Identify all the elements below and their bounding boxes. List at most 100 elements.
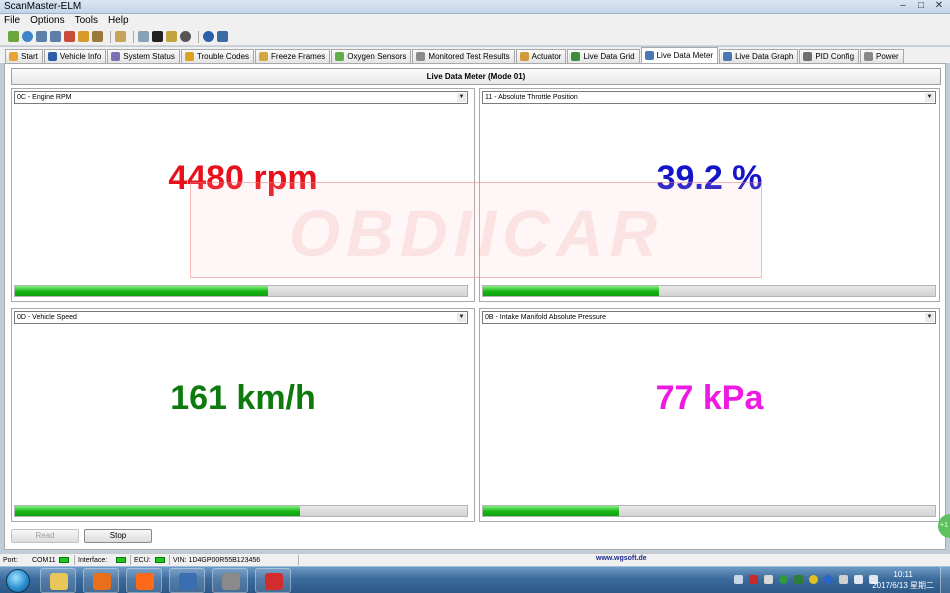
explorer-icon xyxy=(50,573,68,590)
clock[interactable]: 10:11 2017/6/13 星期二 xyxy=(872,569,934,591)
tab-freeze-frames[interactable]: Freeze Frames xyxy=(255,49,331,63)
minimize-button[interactable]: – xyxy=(896,0,910,12)
taskbar-app-button[interactable] xyxy=(40,568,76,593)
exit-icon[interactable] xyxy=(217,31,228,42)
website-link[interactable]: www.wgsoft.de xyxy=(596,555,647,562)
interface-label: Interface: xyxy=(78,557,108,564)
show-desktop-button[interactable] xyxy=(940,567,950,593)
tab-power[interactable]: Power xyxy=(860,49,904,63)
color-grid-icon[interactable] xyxy=(78,31,89,42)
keyboard-icon[interactable] xyxy=(734,575,743,584)
antivirus-icon[interactable] xyxy=(824,575,833,584)
toolbar xyxy=(0,28,950,46)
meter-bar-throttle-position xyxy=(482,285,936,297)
watermark-text: OBDIICAR xyxy=(288,196,664,270)
tab-live-data-graph[interactable]: Live Data Graph xyxy=(719,49,799,63)
shield-icon[interactable] xyxy=(794,575,803,584)
tab-bar: Start Vehicle Info System Status Trouble Co… xyxy=(0,47,950,63)
tab-label: Live Data Meter xyxy=(656,51,714,60)
pid-select-vehicle-speed[interactable]: 0D - Vehicle Speed ▼ xyxy=(14,311,468,324)
status-icon xyxy=(111,52,121,61)
taskbar-app-button[interactable] xyxy=(255,568,291,593)
meter-bar-intake-pressure xyxy=(482,505,936,517)
title-bar: ScanMaster-ELM – □ ✕ xyxy=(0,0,950,14)
tab-label: System Status xyxy=(123,52,175,61)
chat-icon[interactable] xyxy=(138,31,149,42)
tab-actuator[interactable]: Actuator xyxy=(515,49,567,63)
taskbar-app-button[interactable] xyxy=(212,568,248,593)
menu-tools[interactable]: Tools xyxy=(71,14,104,28)
close-button[interactable]: ✕ xyxy=(932,0,946,12)
display-icon[interactable] xyxy=(839,575,848,584)
vin-text: VIN: 1D4GP00R55B123456 xyxy=(173,557,261,564)
pid-select-intake-pressure[interactable]: 0B - Intake Manifold Absolute Pressure ▼ xyxy=(482,311,936,324)
chart-icon[interactable] xyxy=(64,31,75,42)
menu-help[interactable]: Help xyxy=(104,14,135,28)
tab-label: Live Data Graph xyxy=(735,52,794,61)
start-icon xyxy=(9,52,18,61)
graph-icon xyxy=(723,52,733,61)
toolbar-divider xyxy=(198,30,199,43)
tab-start[interactable]: Start xyxy=(5,49,43,63)
security-icon[interactable] xyxy=(779,575,788,584)
connect-icon[interactable] xyxy=(8,31,19,42)
interface-status-led xyxy=(116,557,126,563)
pdf-icon[interactable] xyxy=(749,575,758,584)
tab-live-data-meter[interactable]: Live Data Meter xyxy=(640,47,719,63)
pid-select-label: 0B - Intake Manifold Absolute Pressure xyxy=(485,314,607,321)
menu-options[interactable]: Options xyxy=(26,14,70,28)
star-icon[interactable] xyxy=(809,575,818,584)
live-data-meter-page: Live Data Meter (Mode 01) 0C - Engine RP… xyxy=(4,63,946,550)
window-title: ScanMaster-ELM xyxy=(4,1,82,12)
pid-select-engine-rpm[interactable]: 0C - Engine RPM ▼ xyxy=(14,91,468,104)
taobao-icon xyxy=(136,573,154,590)
meter-bar-fill xyxy=(483,506,619,516)
pid-select-throttle-position[interactable]: 11 - Absolute Throttle Position ▼ xyxy=(482,91,936,104)
terminal-icon[interactable] xyxy=(152,31,163,42)
pid-select-label: 0D - Vehicle Speed xyxy=(17,314,77,321)
meter-bar-engine-rpm xyxy=(14,285,468,297)
taskbar-app-button[interactable] xyxy=(83,568,119,593)
network-icon[interactable] xyxy=(92,31,103,42)
volume-icon[interactable] xyxy=(854,575,863,584)
tab-oxygen-sensors[interactable]: Oxygen Sensors xyxy=(331,49,412,63)
tab-pid-config[interactable]: PID Config xyxy=(799,49,860,63)
grid-icon[interactable] xyxy=(50,31,61,42)
config-icon xyxy=(803,52,813,61)
status-divider xyxy=(74,555,75,565)
tab-live-data-grid[interactable]: Live Data Grid xyxy=(567,49,640,63)
grid-icon[interactable] xyxy=(36,31,47,42)
network-icon[interactable] xyxy=(764,575,773,584)
taskbar-app-button[interactable] xyxy=(169,568,205,593)
globe-icon[interactable] xyxy=(22,31,33,42)
tab-label: PID Config xyxy=(815,52,855,61)
taskbar: 10:11 2017/6/13 星期二 xyxy=(0,566,950,593)
clock-date: 2017/6/13 星期二 xyxy=(872,581,934,590)
system-tray xyxy=(734,575,884,584)
info-icon[interactable] xyxy=(203,31,214,42)
watermark: OBDIICAR xyxy=(190,182,762,278)
taskbar-app-button[interactable] xyxy=(126,568,162,593)
tab-trouble-codes[interactable]: Trouble Codes xyxy=(180,49,255,63)
tab-vehicle-info[interactable]: Vehicle Info xyxy=(43,49,107,63)
info-icon xyxy=(47,52,57,61)
status-divider xyxy=(169,555,170,565)
read-button[interactable]: Read xyxy=(11,529,79,543)
maximize-button[interactable]: □ xyxy=(914,0,928,12)
menu-file[interactable]: File xyxy=(0,14,26,28)
pid-select-label: 0C - Engine RPM xyxy=(17,94,72,101)
start-button[interactable] xyxy=(6,569,30,593)
tab-monitored-test-results[interactable]: Monitored Test Results xyxy=(412,49,515,63)
battery-icon[interactable] xyxy=(166,31,177,42)
tab-label: Oxygen Sensors xyxy=(347,52,407,61)
disc-icon[interactable] xyxy=(180,31,191,42)
chevron-down-icon: ▼ xyxy=(925,313,934,322)
clock-time: 10:11 xyxy=(893,570,913,579)
document-icon[interactable] xyxy=(115,31,126,42)
page-title: Live Data Meter (Mode 01) xyxy=(11,68,941,85)
toolbar-divider xyxy=(110,30,111,43)
port-status-led xyxy=(59,557,69,563)
tab-system-status[interactable]: System Status xyxy=(107,49,180,63)
stop-button[interactable]: Stop xyxy=(84,529,152,543)
firefox-icon xyxy=(93,573,111,590)
